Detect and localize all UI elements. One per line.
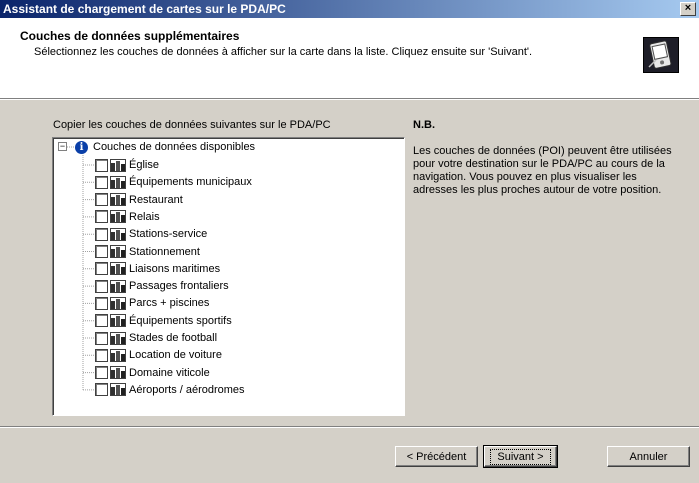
layers-list-label: Copier les couches de données suivantes … bbox=[53, 119, 331, 131]
layer-label: Stations-service bbox=[129, 228, 208, 241]
layer-item[interactable]: Stades de football bbox=[95, 330, 217, 346]
layer-label: Domaine viticole bbox=[129, 366, 210, 379]
layer-checkbox[interactable] bbox=[95, 383, 108, 397]
poi-layers-icon bbox=[110, 262, 126, 276]
poi-layers-icon bbox=[110, 331, 126, 345]
layer-item[interactable]: Domaine viticole bbox=[95, 365, 210, 381]
poi-layers-icon bbox=[110, 314, 126, 328]
page-title: Couches de données supplémentaires bbox=[20, 29, 240, 43]
tree-root-label: Couches de données disponibles bbox=[93, 141, 256, 153]
poi-layers-icon bbox=[110, 366, 126, 380]
layer-item[interactable]: Église bbox=[95, 157, 159, 173]
title-bar[interactable]: Assistant de chargement de cartes sur le… bbox=[0, 0, 699, 18]
footer-separator bbox=[0, 426, 699, 428]
layer-label: Parcs + piscines bbox=[129, 297, 210, 310]
poi-layers-icon bbox=[110, 210, 126, 224]
layer-checkbox[interactable] bbox=[95, 279, 108, 293]
tree-root-node[interactable]: i Couches de données disponibles bbox=[75, 139, 255, 155]
layer-checkbox[interactable] bbox=[95, 296, 108, 310]
layer-checkbox[interactable] bbox=[95, 245, 108, 258]
header-separator bbox=[0, 98, 699, 100]
layer-item[interactable]: Restaurant bbox=[95, 192, 183, 208]
layer-item[interactable]: Parcs + piscines bbox=[95, 295, 209, 311]
poi-layers-icon bbox=[110, 348, 126, 362]
layer-label: Location de voiture bbox=[129, 349, 222, 362]
layer-label: Aéroports / aérodromes bbox=[129, 383, 245, 396]
layer-checkbox[interactable] bbox=[95, 210, 108, 224]
poi-layers-icon bbox=[110, 227, 126, 241]
window-title: Assistant de chargement de cartes sur le… bbox=[3, 2, 286, 16]
layer-label: Passages frontaliers bbox=[129, 280, 229, 293]
next-button-label: Suivant > bbox=[490, 448, 551, 465]
layer-item[interactable]: Aéroports / aérodromes bbox=[95, 382, 245, 398]
layer-label: Liaisons maritimes bbox=[129, 262, 221, 275]
cancel-button[interactable]: Annuler bbox=[607, 446, 690, 467]
poi-layers-icon bbox=[110, 193, 126, 207]
layer-label: Restaurant bbox=[129, 193, 183, 206]
layer-checkbox[interactable] bbox=[95, 314, 108, 328]
cancel-button-label: Annuler bbox=[629, 450, 668, 463]
layer-item[interactable]: Équipements sportifs bbox=[95, 313, 232, 329]
layer-checkbox[interactable] bbox=[95, 193, 108, 207]
layer-label: Stationnement bbox=[129, 245, 200, 258]
poi-layers-icon bbox=[110, 245, 126, 258]
layer-checkbox[interactable] bbox=[95, 262, 108, 276]
poi-layers-icon bbox=[110, 158, 126, 172]
layer-item[interactable]: Liaisons maritimes bbox=[95, 261, 220, 277]
collapse-toggle[interactable]: − bbox=[58, 142, 67, 151]
next-button[interactable]: Suivant > bbox=[483, 445, 558, 468]
data-layers-tree[interactable]: − i Couches de données disponibles Églis… bbox=[52, 137, 405, 416]
layer-label: Relais bbox=[129, 210, 160, 223]
layer-checkbox[interactable] bbox=[95, 227, 108, 241]
close-button[interactable]: × bbox=[680, 2, 696, 16]
layer-checkbox[interactable] bbox=[95, 366, 108, 380]
layer-item[interactable]: Stationnement bbox=[95, 244, 200, 260]
note-title: N.B. bbox=[413, 119, 435, 131]
page-subtitle: Sélectionnez les couches de données à af… bbox=[34, 46, 533, 58]
wizard-header: Couches de données supplémentaires Sélec… bbox=[0, 18, 699, 98]
poi-layers-icon bbox=[110, 279, 126, 293]
layer-checkbox[interactable] bbox=[95, 175, 108, 189]
note-body: Les couches de données (POI) peuvent êtr… bbox=[413, 145, 672, 196]
layer-checkbox[interactable] bbox=[95, 348, 108, 362]
layer-item[interactable]: Équipements municipaux bbox=[95, 174, 252, 190]
layer-label: Équipements municipaux bbox=[129, 176, 252, 189]
info-icon: i bbox=[75, 140, 88, 154]
layer-label: Église bbox=[129, 159, 159, 171]
previous-button-label: < Précédent bbox=[406, 450, 467, 463]
poi-layers-icon bbox=[110, 175, 126, 189]
pda-device-icon bbox=[643, 37, 679, 73]
poi-layers-icon bbox=[110, 383, 126, 397]
poi-layers-icon bbox=[110, 296, 126, 310]
layer-item[interactable]: Stations-service bbox=[95, 226, 207, 242]
layer-checkbox[interactable] bbox=[95, 331, 108, 345]
layer-item[interactable]: Passages frontaliers bbox=[95, 278, 229, 294]
layer-label: Équipements sportifs bbox=[129, 314, 232, 327]
layer-label: Stades de football bbox=[129, 332, 218, 344]
layer-checkbox[interactable] bbox=[95, 158, 108, 172]
layer-item[interactable]: Location de voiture bbox=[95, 347, 222, 363]
previous-button[interactable]: < Précédent bbox=[395, 446, 478, 467]
layer-item[interactable]: Relais bbox=[95, 209, 160, 225]
